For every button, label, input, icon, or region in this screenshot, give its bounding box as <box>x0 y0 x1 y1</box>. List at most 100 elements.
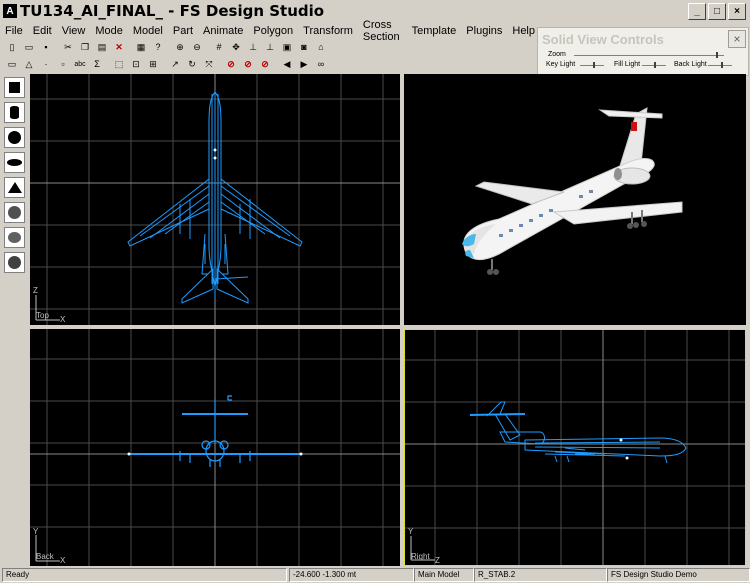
right-viewport-canvas <box>405 330 745 565</box>
geosphere-icon[interactable] <box>4 202 25 223</box>
vertex-icon[interactable]: · <box>38 56 54 72</box>
copy-icon[interactable]: ❐ <box>77 39 93 55</box>
solid-viewport[interactable] <box>404 74 746 325</box>
cut-icon[interactable]: ✂ <box>60 39 76 55</box>
toolbar-separator <box>274 57 278 71</box>
print-icon[interactable]: ⌂ <box>313 39 329 55</box>
save-icon[interactable]: ▪ <box>38 39 54 55</box>
pan-icon[interactable]: ⊥ <box>245 39 261 55</box>
rect-icon[interactable]: ▫ <box>55 56 71 72</box>
no-scale-icon[interactable]: ⊘ <box>240 56 256 72</box>
toolbar-separator <box>167 40 171 54</box>
rotate-icon[interactable]: ↻ <box>184 56 200 72</box>
prev-icon[interactable]: ◀ <box>279 56 295 72</box>
zoom-out-icon[interactable]: ⊖ <box>189 39 205 55</box>
scale-icon[interactable]: ⊡ <box>128 56 144 72</box>
zoom-in-icon[interactable]: ⊕ <box>172 39 188 55</box>
back-light-slider[interactable] <box>708 65 732 66</box>
status-part: R_STAB.2 <box>474 568 607 582</box>
key-light-label: Key Light <box>546 61 576 68</box>
zoom-slider-thumb[interactable] <box>715 52 718 58</box>
marquee-icon[interactable]: ⬚ <box>111 56 127 72</box>
maximize-button[interactable]: □ <box>708 3 726 20</box>
viewport-label-right: Right <box>411 552 430 561</box>
toolbar-separator <box>162 57 166 71</box>
menu-edit[interactable]: Edit <box>28 25 57 37</box>
menu-part[interactable]: Part <box>168 25 198 37</box>
cone-icon[interactable] <box>4 177 25 198</box>
mirror-icon[interactable]: ⤧ <box>201 56 217 72</box>
right-viewport[interactable]: Y Right Z <box>404 329 746 566</box>
back-light-label: Back Light <box>674 61 707 68</box>
back-light-slider-thumb[interactable] <box>721 62 724 68</box>
abc-icon[interactable]: abc <box>72 56 88 72</box>
zoom-slider[interactable] <box>574 55 724 56</box>
solid-viewport-canvas <box>462 107 683 275</box>
sigma-icon[interactable]: Σ <box>89 56 105 72</box>
top-viewport[interactable]: Z Top X <box>30 74 400 325</box>
status-model: Main Model <box>414 568 474 582</box>
move-icon[interactable]: ✥ <box>228 39 244 55</box>
grid-icon[interactable]: # <box>211 39 227 55</box>
menu-mode[interactable]: Mode <box>90 25 128 37</box>
menu-polygon[interactable]: Polygon <box>248 25 298 37</box>
torus-icon[interactable] <box>4 227 25 248</box>
menu-help[interactable]: Help <box>507 25 540 37</box>
axis-label-horizontal: X <box>60 556 66 565</box>
minimize-button[interactable]: _ <box>688 3 706 20</box>
menu-file[interactable]: File <box>0 25 28 37</box>
no-rotate-icon[interactable]: ⊘ <box>223 56 239 72</box>
primitive-toolbar <box>4 77 25 277</box>
next-icon[interactable]: ▶ <box>296 56 312 72</box>
menu-cross-section[interactable]: Cross Section <box>358 19 407 43</box>
new-icon[interactable]: ▯ <box>4 39 20 55</box>
delete-icon[interactable]: ✕ <box>111 39 127 55</box>
axis-label-vertical: Y <box>33 527 39 536</box>
binoculars-icon[interactable]: ∞ <box>313 56 329 72</box>
camera-icon[interactable]: ◙ <box>296 39 312 55</box>
edit-toolbar: ▭ △ · ▫ abc Σ ⬚ ⊡ ⊞ ↗ ↻ ⤧ ⊘ ⊘ ⊘ ◀ ▶ ∞ <box>4 56 329 72</box>
sphere-icon[interactable] <box>4 127 25 148</box>
toolbar-separator <box>55 40 59 54</box>
toolbar-separator <box>206 40 210 54</box>
no-move-icon[interactable]: ⊘ <box>257 56 273 72</box>
help-icon[interactable]: ? <box>150 39 166 55</box>
viewport-label-top: Top <box>36 311 49 320</box>
hemisphere-icon[interactable] <box>4 252 25 273</box>
render-icon[interactable]: ▣ <box>279 39 295 55</box>
viewport-label-back: Back <box>36 552 54 561</box>
close-button[interactable]: × <box>728 3 746 20</box>
paste-icon[interactable]: ▤ <box>94 39 110 55</box>
axis-label-vertical: Z <box>33 286 38 295</box>
axis-icon[interactable]: ⊥ <box>262 39 278 55</box>
cube-icon[interactable] <box>4 77 25 98</box>
menu-transform[interactable]: Transform <box>298 25 358 37</box>
key-light-slider[interactable] <box>580 65 604 66</box>
status-bar: Ready -24.600 -1.300 mt Main Model R_STA… <box>0 566 750 583</box>
select-box-icon[interactable]: ▭ <box>4 56 20 72</box>
open-icon[interactable]: ▭ <box>21 39 37 55</box>
triangle-icon[interactable]: △ <box>21 56 37 72</box>
solid-view-controls-title: Solid View Controls <box>542 32 664 47</box>
top-viewport-canvas <box>30 74 400 325</box>
close-icon[interactable]: × <box>728 30 746 48</box>
fill-light-label: Fill Light <box>614 61 641 68</box>
disc-icon[interactable] <box>4 152 25 173</box>
key-light-slider-thumb[interactable] <box>593 62 596 68</box>
solid-view-controls-panel: Solid View Controls × Zoom Key Light Fil… <box>537 27 749 76</box>
arrow-icon[interactable]: ↗ <box>167 56 183 72</box>
cylinder-icon[interactable] <box>4 102 25 123</box>
undo-icon[interactable]: ▦ <box>133 39 149 55</box>
window-title: TU134_AI_FINAL_ - FS Design Studio <box>20 2 325 20</box>
lasso-icon[interactable]: ⊞ <box>145 56 161 72</box>
menu-template[interactable]: Template <box>407 25 462 37</box>
menu-model[interactable]: Model <box>128 25 168 37</box>
back-viewport[interactable]: Y Back X <box>30 329 400 566</box>
main-toolbar: ▯ ▭ ▪ ✂ ❐ ▤ ✕ ▦ ? ⊕ ⊖ # ✥ ⊥ ⊥ ▣ ◙ ⌂ <box>4 39 329 55</box>
menu-plugins[interactable]: Plugins <box>461 25 507 37</box>
menu-view[interactable]: View <box>57 25 91 37</box>
axis-label-horizontal: Z <box>435 556 440 565</box>
status-product: FS Design Studio Demo <box>607 568 750 582</box>
menu-animate[interactable]: Animate <box>198 25 248 37</box>
fill-light-slider-thumb[interactable] <box>654 62 657 68</box>
